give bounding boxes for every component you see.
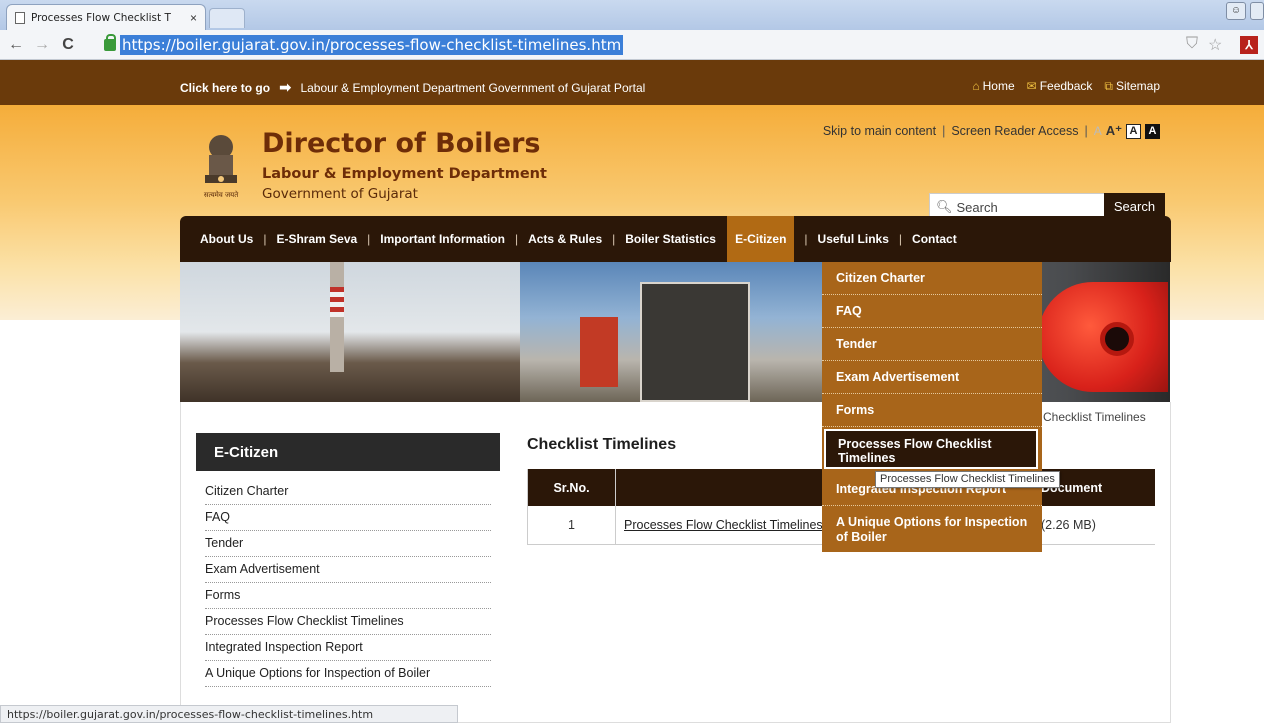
page-icon bbox=[15, 11, 25, 24]
accessibility-bar: Skip to main content | Screen Reader Acc… bbox=[823, 123, 1160, 139]
main-nav: About Us | E-Shram Seva | Important Info… bbox=[180, 216, 1171, 262]
lock-icon bbox=[104, 34, 116, 51]
nav-item-useful-links[interactable]: Useful Links bbox=[818, 232, 889, 246]
top-links: ⌂ Home ✉ Feedback ⧉ Sitemap bbox=[972, 79, 1160, 94]
url-field[interactable]: https://boiler.gujarat.gov.in/processes-… bbox=[104, 34, 1244, 56]
sitemap-icon: ⧉ bbox=[1104, 79, 1113, 93]
sidebar-item-tender[interactable]: Tender bbox=[205, 531, 491, 557]
site-subtitle-dept: Labour & Employment Department bbox=[262, 166, 547, 182]
web-page: Click here to go ➡ Labour & Employment D… bbox=[0, 60, 1264, 723]
minimize-button[interactable] bbox=[1250, 2, 1264, 20]
goto-label: Click here to go bbox=[180, 81, 271, 95]
screen-reader-link[interactable]: Screen Reader Access bbox=[951, 124, 1078, 138]
nav-item-boiler-statistics[interactable]: Boiler Statistics bbox=[625, 232, 716, 246]
nav-item-e-citizen[interactable]: E-Citizen bbox=[727, 216, 795, 262]
sidebar-item-processes-flow[interactable]: Processes Flow Checklist Timelines bbox=[205, 609, 491, 635]
browser-tab[interactable]: Processes Flow Checklist T × bbox=[6, 4, 206, 30]
column-header-srno: Sr.No. bbox=[527, 469, 616, 506]
nav-item-acts-rules[interactable]: Acts & Rules bbox=[528, 232, 602, 246]
cell-srno: 1 bbox=[527, 506, 616, 545]
emblem-motto: सत्यमेव जयते bbox=[204, 190, 239, 199]
dropdown-item-tender[interactable]: Tender bbox=[822, 328, 1042, 361]
user-icon[interactable]: ☺ bbox=[1226, 2, 1246, 20]
high-contrast-button[interactable]: A bbox=[1145, 123, 1160, 139]
emblem-icon: सत्यमेव जयते bbox=[204, 135, 239, 199]
sidebar-item-forms[interactable]: Forms bbox=[205, 583, 491, 609]
dept-portal-link[interactable]: Labour & Employment Department Governmen… bbox=[300, 81, 645, 95]
new-tab-button[interactable] bbox=[209, 8, 245, 28]
search-placeholder: Search bbox=[956, 199, 998, 215]
arrow-right-icon: ➡ bbox=[279, 79, 292, 95]
mail-icon: ✉ bbox=[1026, 79, 1037, 93]
breadcrumb: Checklist Timelines bbox=[1043, 410, 1146, 424]
hover-tooltip: Processes Flow Checklist Timelines bbox=[875, 471, 1060, 488]
home-link[interactable]: ⌂ Home bbox=[972, 79, 1014, 94]
sidebar-menu: Citizen Charter FAQ Tender Exam Advertis… bbox=[205, 479, 491, 687]
dropdown-item-exam-advertisement[interactable]: Exam Advertisement bbox=[822, 361, 1042, 394]
nav-item-important-information[interactable]: Important Information bbox=[380, 232, 505, 246]
page-title: Checklist Timelines bbox=[527, 436, 677, 453]
site-title[interactable]: Director of Boilers bbox=[262, 128, 541, 159]
nav-item-about-us[interactable]: About Us bbox=[200, 232, 253, 246]
dropdown-item-forms[interactable]: Forms bbox=[822, 394, 1042, 427]
status-bar: https://boiler.gujarat.gov.in/processes-… bbox=[0, 705, 458, 723]
top-bar: Click here to go ➡ Labour & Employment D… bbox=[0, 60, 1264, 105]
dropdown-item-processes-flow[interactable]: Processes Flow Checklist Timelines bbox=[824, 429, 1038, 469]
nav-item-contact[interactable]: Contact bbox=[912, 232, 957, 246]
detail-link[interactable]: Processes Flow Checklist Timelines bbox=[624, 518, 823, 532]
search-icon: 🔍︎ bbox=[936, 199, 953, 214]
sidebar-item-unique-options[interactable]: A Unique Options for Inspection of Boile… bbox=[205, 661, 491, 687]
e-citizen-dropdown: Citizen Charter FAQ Tender Exam Advertis… bbox=[822, 262, 1042, 552]
dropdown-item-faq[interactable]: FAQ bbox=[822, 295, 1042, 328]
browser-tabstrip: Processes Flow Checklist T × ☺ bbox=[0, 0, 1264, 30]
sidebar-heading: E-Citizen bbox=[196, 433, 500, 471]
sidebar-item-faq[interactable]: FAQ bbox=[205, 505, 491, 531]
shield-icon[interactable]: ⛉ bbox=[1186, 35, 1198, 53]
pdf-extension-icon[interactable]: ⅄ bbox=[1240, 36, 1258, 54]
sidebar-item-exam-advertisement[interactable]: Exam Advertisement bbox=[205, 557, 491, 583]
feedback-link[interactable]: ✉ Feedback bbox=[1027, 79, 1093, 94]
site-subtitle-gov: Government of Gujarat bbox=[262, 186, 418, 202]
tab-close-icon[interactable]: × bbox=[190, 11, 197, 25]
font-size-large-button[interactable]: A⁺ bbox=[1106, 123, 1122, 139]
address-bar: ← → C https://boiler.gujarat.gov.in/proc… bbox=[0, 30, 1264, 60]
dropdown-item-unique-options[interactable]: A Unique Options for Inspection of Boile… bbox=[822, 506, 1042, 552]
sidebar-item-citizen-charter[interactable]: Citizen Charter bbox=[205, 479, 491, 505]
home-icon: ⌂ bbox=[972, 79, 980, 93]
dropdown-item-citizen-charter[interactable]: Citizen Charter bbox=[822, 262, 1042, 295]
skip-link[interactable]: Skip to main content bbox=[823, 124, 936, 138]
sidebar-item-integrated-inspection[interactable]: Integrated Inspection Report bbox=[205, 635, 491, 661]
nav-item-e-shram-seva[interactable]: E-Shram Seva bbox=[276, 232, 357, 246]
back-icon[interactable]: ← bbox=[6, 36, 26, 54]
tab-title: Processes Flow Checklist T bbox=[31, 11, 171, 24]
sitemap-link[interactable]: ⧉ Sitemap bbox=[1104, 79, 1160, 94]
bookmark-star-icon[interactable]: ☆ bbox=[1208, 35, 1222, 55]
normal-contrast-button[interactable]: A bbox=[1126, 123, 1141, 139]
cell-document[interactable]: (2.26 MB) bbox=[1035, 506, 1155, 545]
reload-icon[interactable]: C bbox=[58, 36, 78, 54]
portal-link[interactable]: Click here to go ➡ Labour & Employment D… bbox=[180, 79, 645, 96]
url-text[interactable]: https://boiler.gujarat.gov.in/processes-… bbox=[120, 35, 624, 55]
forward-icon[interactable]: → bbox=[32, 36, 52, 54]
font-size-small-button[interactable]: A bbox=[1094, 124, 1102, 138]
